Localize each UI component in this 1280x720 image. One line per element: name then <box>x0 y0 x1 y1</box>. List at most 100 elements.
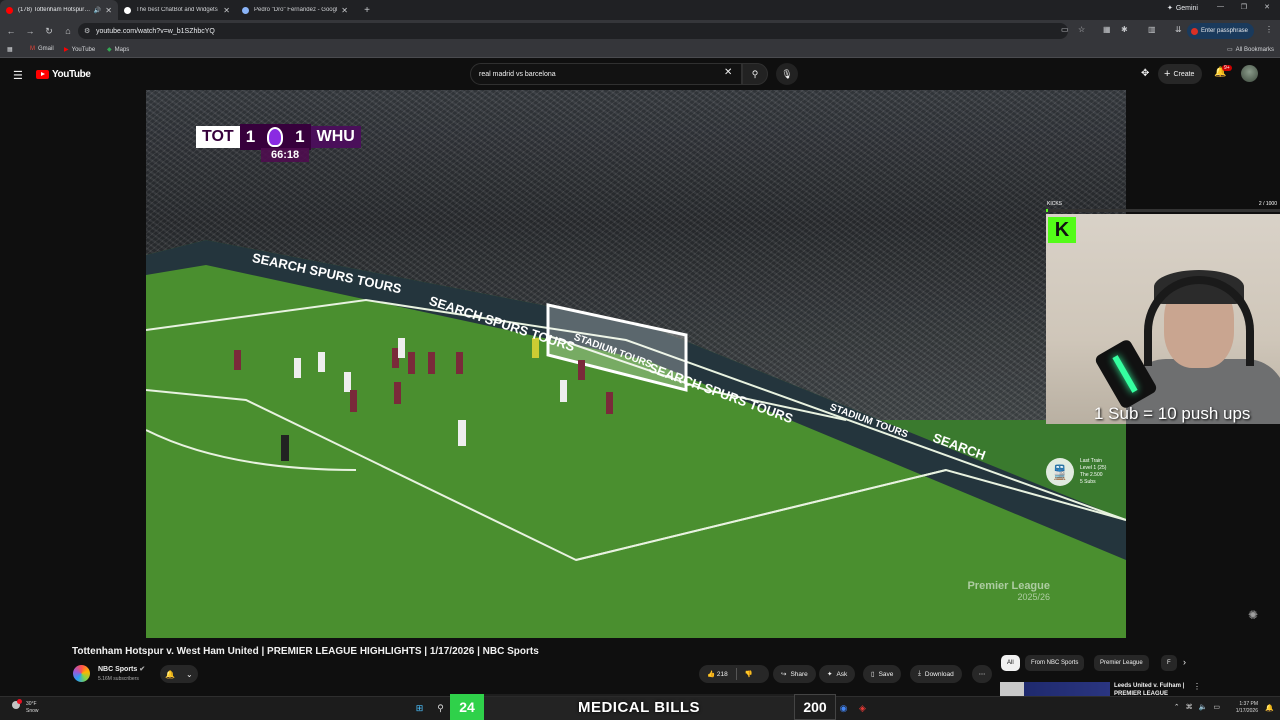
voice-search-button[interactable]: 🎙 <box>776 63 798 85</box>
bookmark-star-icon[interactable]: ☆ <box>1078 25 1085 34</box>
hamburger-menu-icon[interactable]: ☰ <box>13 69 23 82</box>
windows-start-icon[interactable]: ⊞ <box>413 702 426 715</box>
back-icon[interactable]: ← <box>2 22 20 40</box>
all-bookmarks[interactable]: ▭ All Bookmarks <box>1227 46 1274 54</box>
score-box: 1 1 <box>239 124 311 150</box>
clear-search-icon[interactable]: ✕ <box>724 67 732 78</box>
passphrase-button[interactable]: Enter passphrase <box>1186 23 1254 39</box>
search-query: real madrid vs barcelona <box>479 70 556 78</box>
download-button[interactable]: ⤓ Download <box>910 665 962 683</box>
train-title: Last Train <box>1080 458 1102 464</box>
recommended-thumbnail[interactable] <box>1000 682 1110 696</box>
reload-icon[interactable]: ↻ <box>40 22 58 40</box>
nbc-peacock-icon: ✺ <box>1248 608 1259 622</box>
ask-button[interactable]: ✦ Ask <box>819 665 856 683</box>
volume-icon[interactable]: 🔈 <box>1199 703 1208 711</box>
apps-grid-icon[interactable]: ▦ <box>7 46 13 53</box>
close-tab-icon[interactable]: ✕ <box>105 6 112 15</box>
like-button[interactable]: 👍 218 <box>707 670 728 678</box>
chevron-up-icon[interactable]: ⌃ <box>1174 703 1180 711</box>
app-taskbar-icon[interactable]: ◈ <box>856 702 869 715</box>
share-button[interactable]: ↪ Share <box>773 665 816 683</box>
chatbot-favicon-icon <box>124 6 131 14</box>
address-bar[interactable]: ⚙ youtube.com/watch?v=w_b1SZhbcYQ <box>78 23 1068 39</box>
youtube-favicon-icon <box>6 6 13 14</box>
bookmark-gmail[interactable]: M Gmail <box>30 46 54 52</box>
premier-league-watermark: Premier League 2025/26 <box>967 580 1050 602</box>
home-icon[interactable]: ⌂ <box>59 22 77 40</box>
tab-title: (178) Tottenham Hotspur v... <box>18 7 92 13</box>
maximize-icon[interactable]: ❐ <box>1241 3 1247 11</box>
bookmark-label: YouTube <box>71 46 96 53</box>
tab-search-icon[interactable]: ⇊ <box>1175 25 1182 34</box>
chrome-taskbar-icon[interactable]: ◉ <box>837 702 850 715</box>
close-tab-icon[interactable]: ✕ <box>223 6 230 15</box>
taskbar-clock[interactable]: 1:37 PM 1/17/2026 <box>1236 701 1258 715</box>
save-button[interactable]: ▯ Save <box>863 665 902 683</box>
tab-google[interactable]: Pedro "Dro" Fernández - Googl ✕ <box>236 0 354 20</box>
chip-more[interactable]: F <box>1161 655 1177 671</box>
search-input[interactable]: real madrid vs barcelona <box>470 63 742 85</box>
channel-name[interactable]: NBC Sports ✔ <box>98 665 145 673</box>
youtube-logo[interactable]: YouTube <box>36 69 91 80</box>
tab-chatbot[interactable]: The best ChatBot and Widgets ✕ <box>118 0 236 20</box>
banner-title: MEDICAL BILLS <box>484 694 794 720</box>
extension-cast-icon[interactable]: ✥ <box>1141 68 1149 79</box>
hype-train-widget: 🚆 Last Train Level 1 (25) The 2.500 5 Su… <box>1046 458 1126 494</box>
menu-kebab-icon[interactable]: ⋮ <box>1265 25 1273 34</box>
extension-icon[interactable]: ▦ <box>1103 25 1111 34</box>
chip-from-nbc[interactable]: From NBC Sports <box>1025 655 1085 671</box>
close-window-icon[interactable]: ✕ <box>1264 3 1270 11</box>
share-icon: ↪ <box>781 671 787 678</box>
chip-all[interactable]: All <box>1001 655 1020 671</box>
subscribed-button[interactable]: 🔔 ⌄ <box>160 665 198 683</box>
minimize-icon[interactable]: — <box>1217 3 1224 10</box>
notification-center-icon[interactable]: 🔔 <box>1265 704 1274 712</box>
channel-avatar[interactable] <box>73 665 90 682</box>
create-label: Create <box>1173 70 1195 78</box>
maps-icon: ◆ <box>107 47 112 53</box>
more-actions-button[interactable]: ⋯ <box>972 665 992 683</box>
subscriber-count: 5.16M subscribers <box>98 676 139 682</box>
train-line2: The 2.500 <box>1080 472 1103 478</box>
new-tab-button[interactable]: + <box>360 3 374 17</box>
bookmark-maps[interactable]: ◆ Maps <box>107 46 129 54</box>
bookmarks-bar: ▦ M Gmail ▶ YouTube ◆ Maps ▭ All Bookmarks <box>0 42 1280 58</box>
battery-icon[interactable]: ▭ <box>1213 703 1220 711</box>
kick-logo-icon: K <box>1048 217 1076 243</box>
gemini-sparkle-icon: ✦ <box>1166 5 1173 12</box>
chevron-right-icon[interactable]: › <box>1183 657 1186 667</box>
speaker-icon[interactable]: 🔊 <box>94 7 101 14</box>
install-app-icon[interactable]: ▭ <box>1061 25 1069 34</box>
bookmark-youtube[interactable]: ▶ YouTube <box>64 46 96 54</box>
search-icon[interactable]: ⚲ <box>434 702 447 715</box>
account-avatar[interactable] <box>1241 65 1258 82</box>
puzzle-icon[interactable]: ✱ <box>1121 25 1128 34</box>
tab-youtube[interactable]: (178) Tottenham Hotspur v... 🔊 ✕ <box>0 0 118 20</box>
site-info-icon[interactable]: ⚙ <box>84 27 90 35</box>
weather-alert-badge <box>17 699 22 704</box>
webcam-overlay <box>1046 214 1280 424</box>
close-tab-icon[interactable]: ✕ <box>341 6 348 15</box>
gemini-button[interactable]: ✦ Gemini <box>1166 4 1198 13</box>
thumbs-down-icon: 👎 <box>744 671 753 678</box>
banner-right-count: 200 <box>794 694 836 720</box>
search-button[interactable]: ⚲ <box>742 63 768 85</box>
youtube-wordmark: YouTube <box>52 69 91 80</box>
video-player[interactable]: SEARCH SPURS TOURS SEARCH SPURS TOURS ST… <box>146 90 1126 638</box>
chip-premier-league[interactable]: Premier League <box>1094 655 1149 671</box>
recommended-more-icon[interactable]: ⋮ <box>1193 682 1201 691</box>
scorebug: TOT 1 1 WHU <box>196 124 361 150</box>
bell-icon: 🔔 <box>165 669 176 679</box>
network-icon[interactable]: ⌘ <box>1186 703 1193 711</box>
save-label: Save <box>878 670 894 678</box>
notification-count-badge: 9+ <box>1222 65 1232 71</box>
system-tray: ⌃ ⌘ 🔈 ▭ <box>1174 703 1220 711</box>
weather-widget[interactable]: 30°F Snow <box>12 699 39 715</box>
sidepanel-icon[interactable]: ▥ <box>1148 25 1156 34</box>
tab-strip: (178) Tottenham Hotspur v... 🔊 ✕ The bes… <box>0 0 1280 20</box>
create-button[interactable]: + Create <box>1158 64 1203 84</box>
forward-icon[interactable]: → <box>21 22 39 40</box>
browser-toolbar: ← → ↻ ⌂ ⚙ youtube.com/watch?v=w_b1SZhbcY… <box>0 20 1280 42</box>
dislike-button[interactable]: 👎 <box>745 670 753 678</box>
